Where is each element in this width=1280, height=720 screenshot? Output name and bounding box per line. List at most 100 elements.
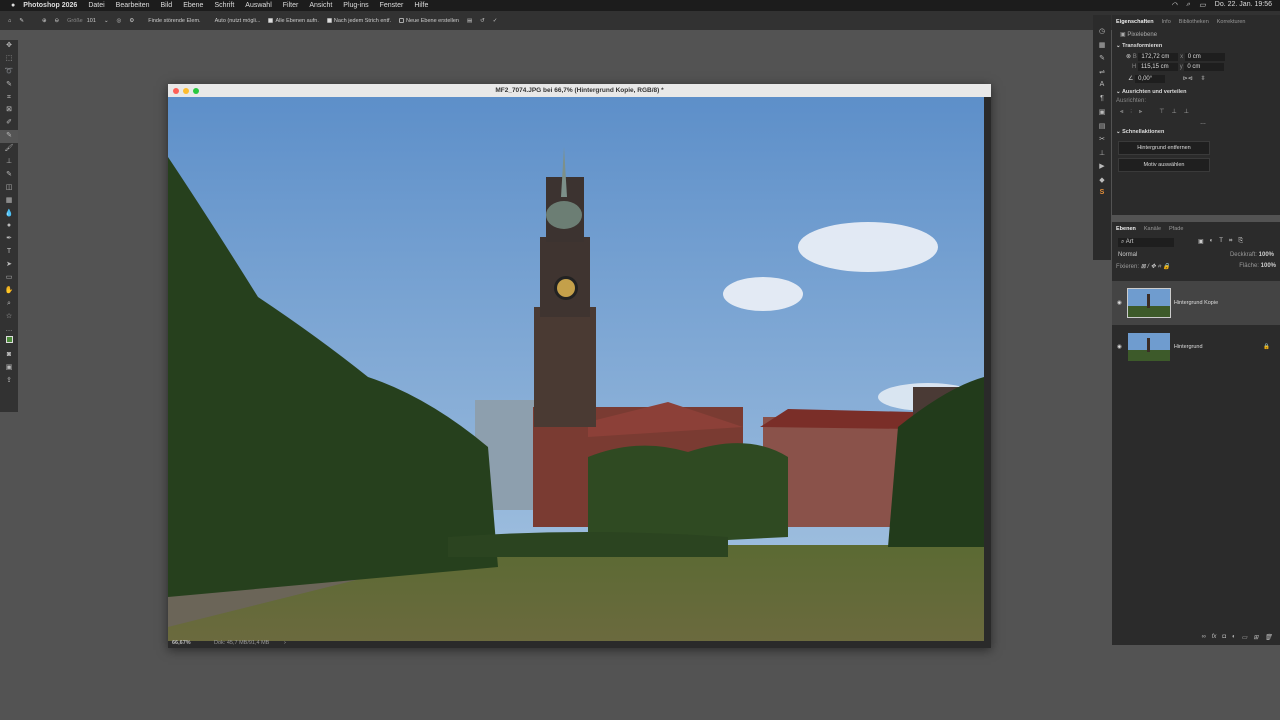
zoom-button[interactable] <box>193 88 199 94</box>
x-field[interactable]: 0 cm <box>1184 53 1225 61</box>
tab-korrekturen[interactable]: Korrekturen <box>1217 19 1246 25</box>
fill-field[interactable]: 100% <box>1261 263 1276 269</box>
remove-tool-icon[interactable]: ✎ <box>19 18 24 24</box>
battery-icon[interactable]: ▭ <box>1199 1 1206 9</box>
align-bottom-icon[interactable]: ⊥ <box>1184 109 1196 115</box>
swatches-icon[interactable]: ▦ <box>1093 41 1111 55</box>
align-top-icon[interactable]: ⊤ <box>1159 109 1171 115</box>
tab-eigenschaften[interactable]: Eigenschaften <box>1116 19 1154 25</box>
filter-shape-icon[interactable]: ⌗ <box>1229 238 1232 247</box>
menu-bild[interactable]: Bild <box>161 2 173 9</box>
menu-plugins[interactable]: Plug-ins <box>343 2 368 9</box>
filter-adjust-icon[interactable]: ◐ <box>1210 238 1214 247</box>
zoom-tool-icon[interactable]: ⌕ <box>0 298 18 311</box>
mode-dropdown[interactable]: Finde störende Elem. <box>148 18 200 24</box>
flip-horizontal-icon[interactable]: ⊳⊲ <box>1183 76 1193 82</box>
new-layer-checkbox[interactable]: Neue Ebene erstellen <box>399 18 459 24</box>
blend-mode-dropdown[interactable]: Normal <box>1118 252 1137 258</box>
tab-info[interactable]: Info <box>1162 19 1171 25</box>
lock-artboard-icon[interactable]: ⌗ <box>1157 264 1160 270</box>
apple-icon[interactable]: ● <box>11 2 15 9</box>
opacity-field[interactable]: 100% <box>1259 252 1274 258</box>
brush-settings-icon[interactable]: ✎ <box>1093 54 1111 68</box>
remove-tool-icon[interactable]: ✎ <box>0 130 18 144</box>
layer-name[interactable]: Hintergrund <box>1174 344 1203 350</box>
eyedropper-tool-icon[interactable]: ✐ <box>0 117 18 130</box>
align-left-icon[interactable]: ⫷ <box>1120 109 1130 115</box>
chevron-down-icon[interactable]: ⌄ <box>1116 89 1121 95</box>
menu-ebene[interactable]: Ebene <box>183 2 203 9</box>
fx-icon[interactable]: fx <box>1212 634 1217 641</box>
clock[interactable]: Do. 22. Jan. 19:56 <box>1215 1 1272 9</box>
stock-icon[interactable]: S <box>1093 189 1111 203</box>
frame-tool-icon[interactable]: ⊠ <box>0 104 18 117</box>
align-middle-icon[interactable]: ⊥ <box>1172 109 1184 115</box>
doc-info[interactable]: Dok: 45,7 MB/91,4 MB <box>214 640 269 646</box>
brush-subtract-icon[interactable]: ⊖ <box>55 18 60 24</box>
layer-row[interactable]: ◉ Hintergrund Kopie <box>1112 281 1280 325</box>
libraries-icon[interactable]: ▣ <box>1093 108 1111 122</box>
play-icon[interactable]: ▶ <box>1093 162 1111 176</box>
width-field[interactable]: 172,72 cm <box>1138 53 1179 61</box>
tab-pfade[interactable]: Pfade <box>1169 226 1183 232</box>
confirm-icon[interactable]: ✓ <box>493 18 498 24</box>
blur-tool-icon[interactable]: 💧 <box>0 208 18 221</box>
eye-icon[interactable]: ◉ <box>1117 344 1122 350</box>
lock-all-icon[interactable]: 🔒 <box>1163 264 1170 270</box>
filter-smart-icon[interactable]: ⎘ <box>1238 238 1243 247</box>
delete-layer-icon[interactable]: 🗑 <box>1264 634 1272 641</box>
move-tool-icon[interactable]: ✥ <box>0 40 18 53</box>
all-layers-checkbox[interactable]: Alle Ebenen aufn. <box>268 18 319 24</box>
minimize-button[interactable] <box>183 88 189 94</box>
y-field[interactable]: 0 cm <box>1184 63 1225 71</box>
notes-icon[interactable]: ▤ <box>1093 122 1111 136</box>
layer-filter-dropdown[interactable]: ⌕ Art <box>1118 238 1174 247</box>
lock-icon[interactable]: 🔒 <box>1263 344 1270 350</box>
adjustment-layer-icon[interactable]: ◐ <box>1232 634 1236 641</box>
menu-datei[interactable]: Datei <box>88 2 104 9</box>
share-icon[interactable]: ⇪ <box>0 375 18 388</box>
chevron-down-icon[interactable]: ⌄ <box>1116 129 1121 135</box>
paragraph-icon[interactable]: ¶ <box>1093 95 1111 109</box>
scissors-icon[interactable]: ✂ <box>1093 135 1111 149</box>
tab-kanaele[interactable]: Kanäle <box>1144 226 1161 232</box>
group-icon[interactable]: ▭ <box>1242 634 1248 641</box>
chevron-down-icon[interactable]: ⌄ <box>1116 43 1121 49</box>
photo-canvas[interactable] <box>168 97 984 641</box>
crop-tool-icon[interactable]: ⌗ <box>0 92 18 105</box>
type-tool-icon[interactable]: T <box>0 246 18 259</box>
path-select-icon[interactable]: ➤ <box>0 259 18 272</box>
remove-background-button[interactable]: Hintergrund entfernen <box>1118 141 1210 155</box>
chevron-right-icon[interactable]: › <box>284 640 286 646</box>
character-icon[interactable]: A <box>1093 81 1111 95</box>
menu-bearbeiten[interactable]: Bearbeiten <box>116 2 150 9</box>
brush-settings-icon[interactable]: ◎ <box>117 18 122 24</box>
auto-dropdown[interactable]: Auto (nutzt mögli... <box>215 18 261 24</box>
lock-brush-icon[interactable]: / <box>1147 264 1149 270</box>
close-button[interactable] <box>173 88 179 94</box>
height-field[interactable]: 115,15 cm <box>1138 63 1179 71</box>
dodge-tool-icon[interactable]: ● <box>0 220 18 233</box>
angle-field[interactable]: 0,00° <box>1135 75 1166 83</box>
gear-icon[interactable]: ⚙ <box>129 18 134 24</box>
tab-bibliotheken[interactable]: Bibliotheken <box>1179 19 1209 25</box>
document-titlebar[interactable]: MF2_7074.JPG bei 66,7% (Hintergrund Kopi… <box>168 84 991 97</box>
eye-icon[interactable]: ◉ <box>1117 300 1122 306</box>
home-icon[interactable]: ⌂ <box>8 18 11 24</box>
hand-tool-icon[interactable]: ✋ <box>0 285 18 298</box>
quick-select-tool-icon[interactable]: ✎ <box>0 79 18 92</box>
menu-ansicht[interactable]: Ansicht <box>309 2 332 9</box>
mask-icon[interactable]: ◘ <box>1222 634 1226 641</box>
link-layers-icon[interactable]: ∞ <box>1201 634 1205 641</box>
more-tools-icon[interactable]: … <box>0 324 18 337</box>
link-icon[interactable]: ⊗ <box>1126 54 1131 60</box>
select-subject-button[interactable]: Motiv auswählen <box>1118 158 1210 172</box>
chevron-down-icon[interactable]: ⌄ <box>104 18 109 24</box>
layer-name[interactable]: Hintergrund Kopie <box>1174 300 1218 306</box>
menu-auswahl[interactable]: Auswahl <box>245 2 271 9</box>
lock-pixels-icon[interactable]: ⊠ <box>1141 264 1146 270</box>
filter-pixel-icon[interactable]: ▣ <box>1198 238 1204 247</box>
lasso-tool-icon[interactable]: ➰ <box>0 66 18 79</box>
screen-mode-icon[interactable]: ▣ <box>0 362 18 375</box>
pen-tool-icon[interactable]: ✒ <box>0 233 18 246</box>
